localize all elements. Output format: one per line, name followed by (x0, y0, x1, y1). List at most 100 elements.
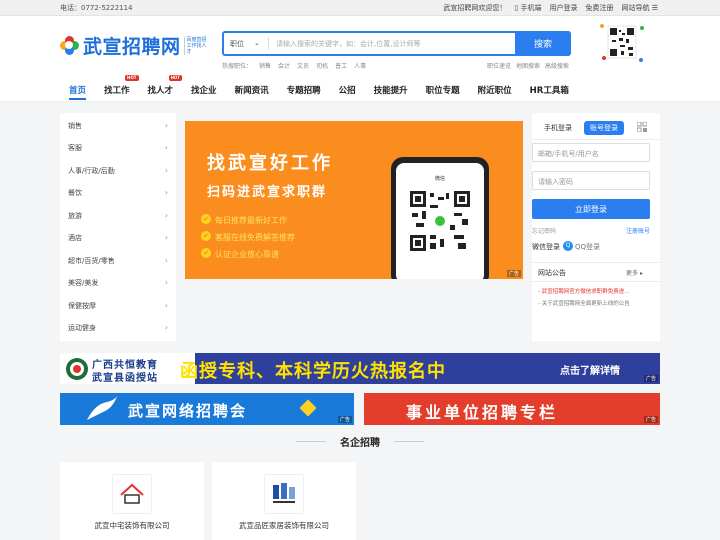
notice-title: 网站公告 (538, 269, 566, 277)
ad-tag: 广告 (506, 270, 521, 277)
nav-job-topics[interactable]: 职位专题 (417, 84, 469, 96)
site-nav-link[interactable]: 网站导航 ☰ (621, 3, 658, 13)
category-label: 超市/百货/零售 (68, 257, 115, 265)
map-search-link[interactable]: 地图搜索 (516, 61, 540, 70)
category-item[interactable]: 销售 › (68, 121, 168, 131)
register-link[interactable]: 注册账号 (626, 226, 650, 235)
search-type-select[interactable]: 职位 (230, 39, 244, 49)
hot-item[interactable]: 文员 (297, 61, 309, 70)
nav-news[interactable]: 新闻资讯 (226, 84, 278, 96)
nav-label: 找人才 (147, 86, 174, 96)
search-input[interactable]: 请输入搜索的关键字，如：会计,位置,设计师等 (276, 39, 420, 49)
category-item[interactable]: 客服 › (68, 143, 168, 153)
qr-login-icon[interactable] (637, 122, 647, 132)
advanced-search-link[interactable]: 高级搜索 (545, 61, 569, 70)
nav-label: HR工具箱 (529, 86, 569, 96)
hot-badge: HOT (168, 75, 183, 81)
password-placeholder: 请输入密码 (538, 178, 573, 186)
search-button[interactable]: 搜索 (515, 31, 571, 56)
hot-searches: 热搜职位： 销售 会计 文员 司机 普工 人事 (222, 61, 366, 70)
category-item[interactable]: 酒店 › (68, 233, 168, 243)
ad3-headline: 事业单位招聘专栏 (406, 403, 559, 422)
divider (532, 139, 660, 140)
wechat-login[interactable]: 微信登录 (532, 242, 560, 252)
bird-icon (87, 396, 117, 420)
chevron-right-icon: ▸ (639, 270, 643, 277)
nav-label: 找企业 (191, 86, 217, 96)
phone-screen: 微信 (396, 163, 484, 279)
qq-icon: Q (563, 241, 573, 251)
notice-item[interactable]: - 武宣招聘网官方微信求职群免费进… (538, 287, 630, 295)
category-label: 客服 (68, 144, 82, 152)
category-item[interactable]: 美容/美发 › (68, 278, 168, 288)
hot-item[interactable]: 普工 (335, 61, 347, 70)
category-label: 人事/行政/后勤 (68, 167, 115, 175)
online-job-fair-ad[interactable]: 武宣网络招聘会 广告 (60, 393, 354, 425)
banner-point: 每日推荐最新好工作 (201, 214, 287, 226)
ad1-headline: 函授专科、本科学历火热报名中 (180, 361, 446, 382)
nav-nearby[interactable]: 附近职位 (469, 84, 521, 96)
chevron-right-icon: › (164, 233, 168, 242)
category-label: 旅游 (68, 212, 82, 220)
mobile-link[interactable]: ▯ 手机端 (514, 3, 541, 13)
craft-logo-icon (273, 483, 295, 503)
education-ad[interactable]: 广西共恒教育 武宣县函授站 函授专科、本科学历火热报名中 点击了解详情 广告 (60, 353, 660, 384)
tab-mobile-login[interactable]: 手机登录 (538, 121, 578, 135)
logo-slogan: 百度直招工作找人才 (183, 36, 210, 55)
search-divider (268, 37, 269, 50)
password-field[interactable]: 请输入密码 (532, 171, 650, 190)
hero-banner[interactable]: 找武宣好工作 扫码进武宣求职群 每日推荐最新好工作 客服在线免费解答推荐 认证企… (185, 121, 523, 279)
ad2-headline: 武宣网络招聘会 (128, 402, 248, 420)
forgot-password-link[interactable]: 忘记密码 (532, 226, 556, 235)
nav-label: 专题招聘 (286, 86, 321, 96)
flower-logo-icon (60, 35, 80, 56)
nav-public[interactable]: 公招 (330, 84, 365, 96)
more-link[interactable]: 更多 ▸ (626, 268, 643, 277)
search-links: 职位速览 地图搜索 高级搜索 (487, 61, 569, 70)
public-institution-ad[interactable]: 事业单位招聘专栏 广告 (364, 393, 660, 425)
category-label: 保健按摩 (68, 302, 96, 310)
welcome-text: 武宣招聘网欢迎您！ (443, 4, 507, 12)
company-logo (264, 474, 304, 514)
account-field[interactable]: 邮箱/手机号/用户名 (532, 143, 650, 162)
chevron-right-icon: › (164, 121, 168, 130)
category-item[interactable]: 保健按摩 › (68, 301, 168, 311)
nav-hr-tools[interactable]: HR工具箱 (521, 84, 578, 96)
job-browse-link[interactable]: 职位速览 (487, 61, 511, 70)
category-item[interactable]: 超市/百货/零售 › (68, 256, 168, 266)
category-item[interactable]: 人事/行政/后勤 › (68, 166, 168, 176)
hot-item[interactable]: 人事 (354, 61, 366, 70)
qq-login[interactable]: QQ登录 (575, 242, 600, 252)
top-bar: 电话：0772-5222114 武宣招聘网欢迎您！ ▯ 手机端 用户登录 免费注… (0, 0, 720, 16)
free-register-link[interactable]: 免费注册 (585, 3, 613, 13)
nav-special[interactable]: 专题招聘 (278, 84, 330, 96)
hot-item[interactable]: 会计 (278, 61, 290, 70)
nav-find-job[interactable]: 找工作 HOT (95, 75, 139, 96)
nav-find-company[interactable]: 找企业 (182, 84, 226, 96)
user-login-link[interactable]: 用户登录 (549, 3, 577, 13)
ad1-cta[interactable]: 点击了解详情 (560, 362, 620, 377)
category-item[interactable]: 旅游 › (68, 211, 168, 221)
category-label: 销售 (68, 122, 82, 130)
login-button[interactable]: 立即登录 (532, 199, 650, 219)
nav-find-talent[interactable]: 找人才 HOT (139, 75, 183, 96)
ad-tag: 广告 (643, 416, 658, 423)
nav-home[interactable]: 首页 (60, 84, 95, 100)
company-card[interactable]: 武宣品匠家居装饰有限公司 (212, 462, 356, 540)
hot-item[interactable]: 司机 (316, 61, 328, 70)
nav-skills[interactable]: 技能提升 (365, 84, 417, 96)
company-card[interactable]: 武宣中宅装饰有限公司 (60, 462, 204, 540)
site-logo[interactable]: 武宣招聘网 百度直招工作找人才 (60, 32, 210, 59)
school-emblem-icon (66, 358, 88, 380)
chevron-right-icon: › (164, 211, 168, 220)
nav-label: 找工作 (104, 86, 130, 96)
category-item[interactable]: 运动健身 › (68, 323, 168, 333)
hot-item[interactable]: 销售 (259, 61, 271, 70)
company-name: 武宣中宅装饰有限公司 (94, 521, 170, 530)
category-item[interactable]: 餐饮 › (68, 188, 168, 198)
notice-item[interactable]: - 关于武宣招聘网全面更新上线的公告 (538, 299, 630, 307)
ad-tag: 广告 (643, 375, 658, 382)
tab-account-login[interactable]: 账号登录 (584, 121, 624, 135)
category-label: 运动健身 (68, 324, 96, 332)
nav-label: 新闻资讯 (234, 86, 269, 96)
